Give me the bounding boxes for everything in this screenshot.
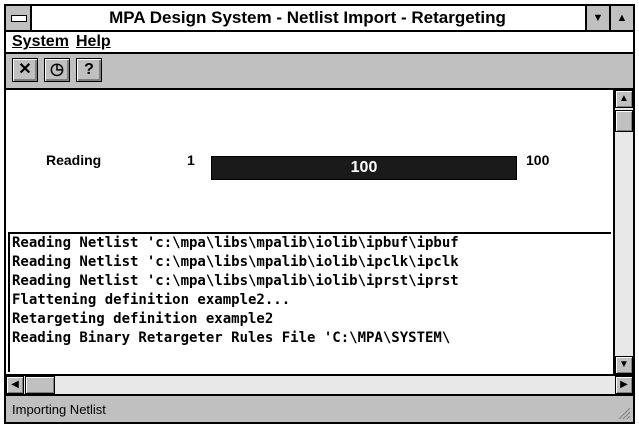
menu-help[interactable]: Help xyxy=(76,32,111,52)
log-line: Retargeting definition example2 xyxy=(12,311,274,327)
system-menu-icon xyxy=(11,15,27,22)
resize-grip-icon[interactable] xyxy=(615,404,631,420)
log-line: Reading Netlist 'c:\mpa\libs\mpalib\ioli… xyxy=(12,254,459,270)
toolbar: ✕ ◷ ? xyxy=(6,54,633,90)
progress-value-text: 100 xyxy=(350,159,378,176)
log-line: Reading Netlist 'c:\mpa\libs\mpalib\ioli… xyxy=(12,273,459,289)
status-bar: Importing Netlist xyxy=(6,394,633,422)
menu-help-label: Help xyxy=(76,33,111,50)
horizontal-scrollbar[interactable]: ◀ ▶ xyxy=(6,374,633,394)
progress-bar: 100 xyxy=(211,156,517,180)
help-button[interactable]: ? xyxy=(76,58,102,82)
log-line: Reading Binary Retargeter Rules File 'C:… xyxy=(12,330,451,346)
minimize-button[interactable]: ▼ xyxy=(585,6,609,30)
scroll-up-button[interactable]: ▲ xyxy=(615,90,633,108)
progress-panel: Reading 1 100 100 xyxy=(6,90,611,232)
scroll-right-button[interactable]: ▶ xyxy=(615,376,633,394)
log-output: Reading Netlist 'c:\mpa\libs\mpalib\ioli… xyxy=(8,232,611,372)
system-menu-button[interactable] xyxy=(6,6,32,30)
maximize-button[interactable]: ▲ xyxy=(609,6,633,30)
vertical-scroll-thumb[interactable] xyxy=(615,110,633,132)
clock-button[interactable]: ◷ xyxy=(44,58,70,82)
log-line: Reading Netlist 'c:\mpa\libs\mpalib\ioli… xyxy=(12,235,459,251)
scroll-down-button[interactable]: ▼ xyxy=(615,356,633,374)
menu-system-label: System xyxy=(12,33,69,50)
window-title: MPA Design System - Netlist Import - Ret… xyxy=(109,8,506,27)
menu-bar: System Help xyxy=(6,32,633,54)
scroll-left-button[interactable]: ◀ xyxy=(6,376,24,394)
vertical-scrollbar[interactable]: ▲ ▼ xyxy=(613,90,633,374)
title-bar[interactable]: MPA Design System - Netlist Import - Ret… xyxy=(6,6,633,32)
horizontal-scroll-thumb[interactable] xyxy=(25,376,55,394)
progress-min-label: 1 xyxy=(187,152,195,168)
log-line: Flattening definition example2... xyxy=(12,292,291,308)
cancel-button[interactable]: ✕ xyxy=(12,58,38,82)
status-text: Importing Netlist xyxy=(12,402,106,417)
help-icon: ? xyxy=(84,61,94,78)
clock-icon: ◷ xyxy=(50,61,64,78)
app-window: MPA Design System - Netlist Import - Ret… xyxy=(4,4,635,424)
menu-system[interactable]: System xyxy=(12,32,69,52)
progress-label: Reading xyxy=(46,152,102,168)
cancel-icon: ✕ xyxy=(18,61,32,78)
progress-max-label: 100 xyxy=(526,152,550,168)
